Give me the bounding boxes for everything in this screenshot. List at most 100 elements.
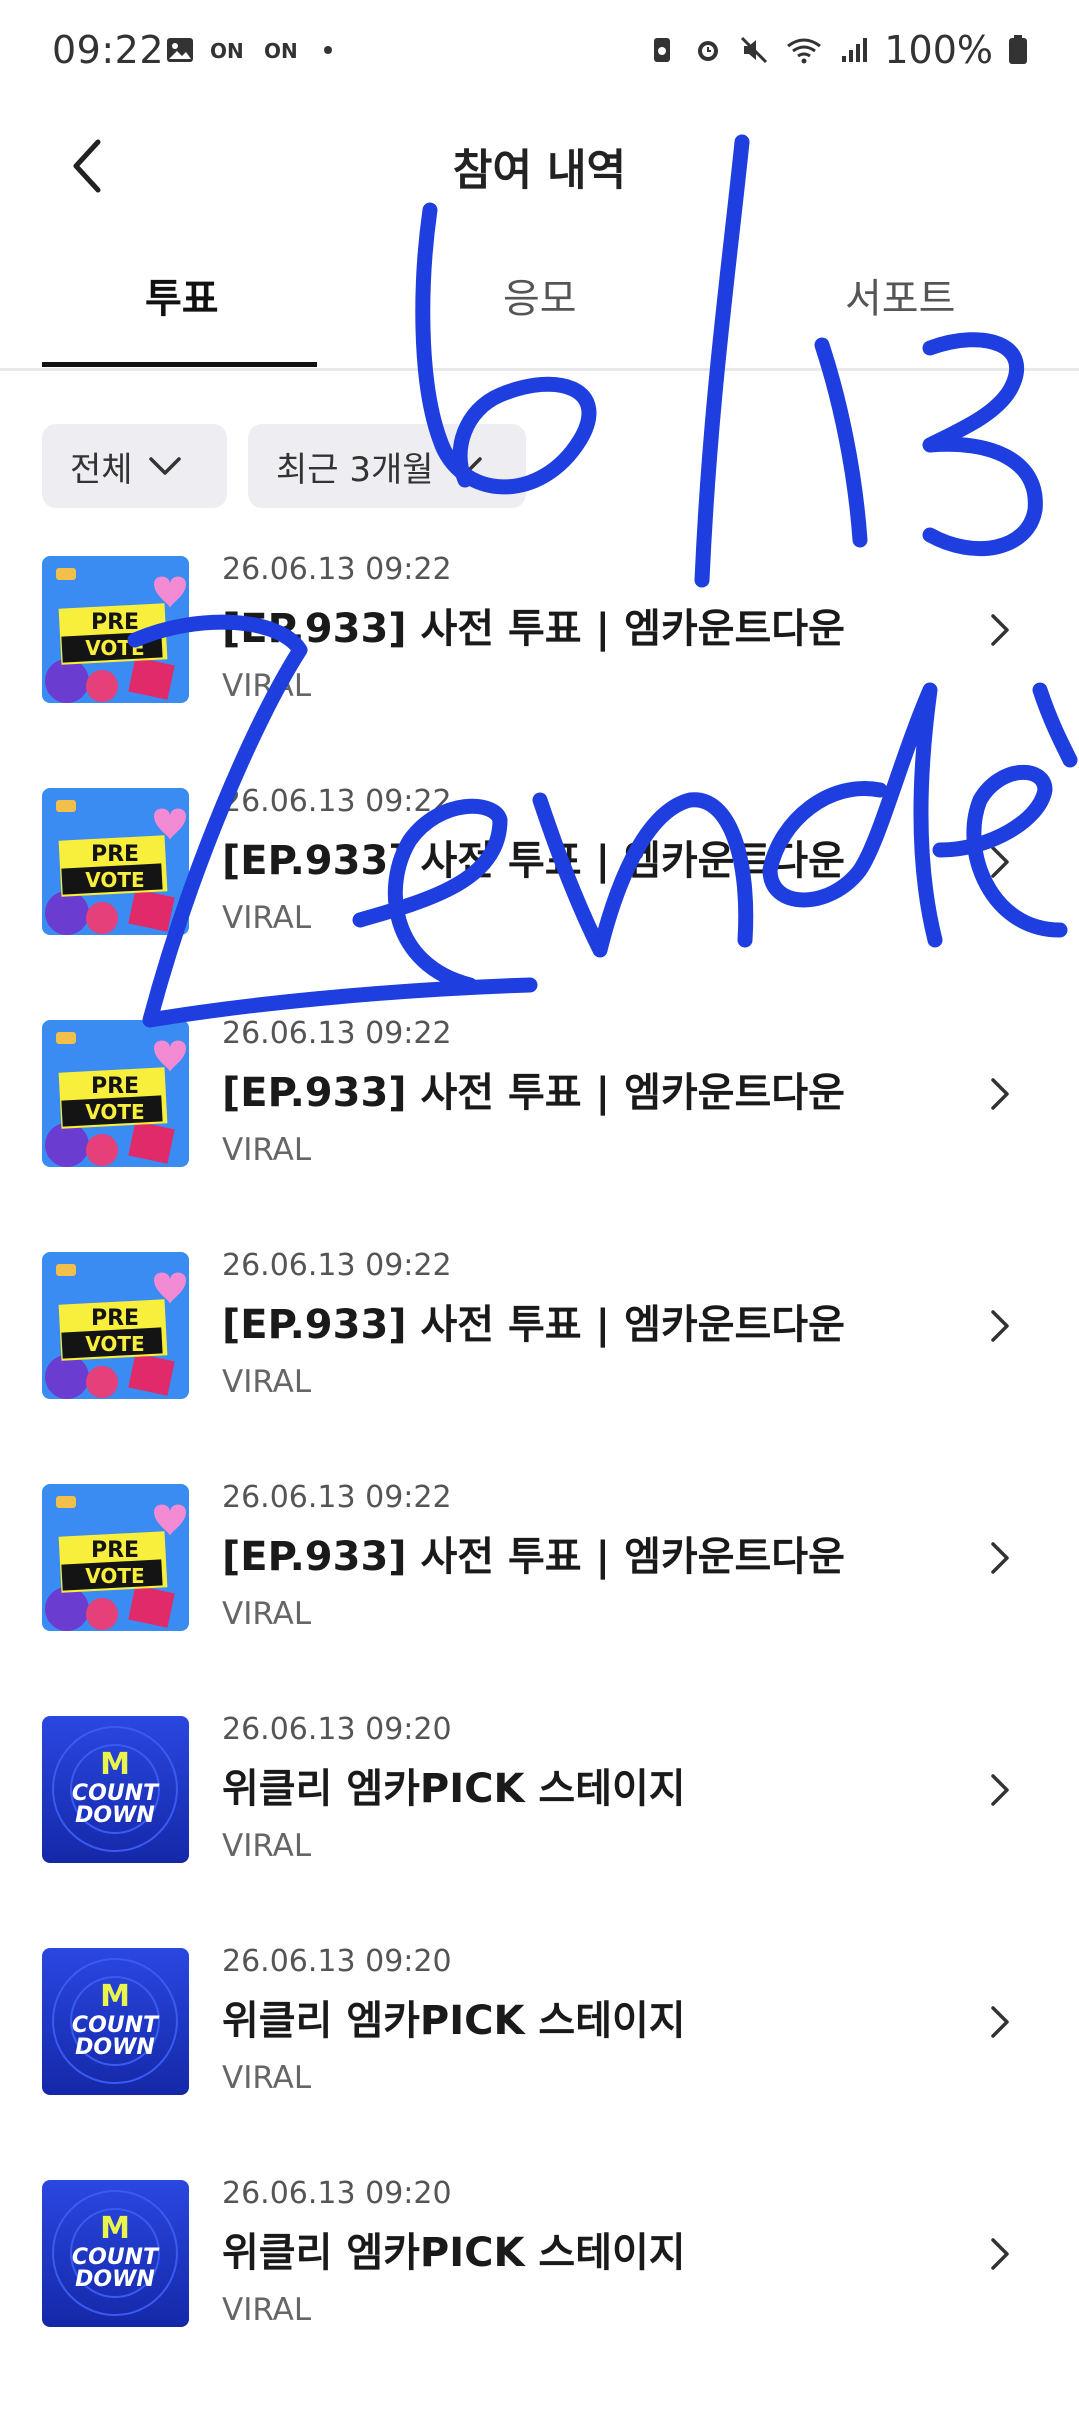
item-thumbnail: M COUNT DOWN (42, 1948, 189, 2095)
item-title: [EP.933] 사전 투표 | 엠카운트다운 (222, 838, 845, 884)
thumb-logo: M (100, 1747, 130, 1782)
item-date: 26.06.13 09:22 (222, 784, 452, 819)
app-header: 참여 내역 (0, 108, 1079, 218)
thumb-logo: M (100, 1979, 130, 2014)
item-thumbnail: PRE VOTE (42, 1020, 189, 1167)
item-thumbnail: M COUNT DOWN (42, 2180, 189, 2327)
category-filter-label: 전체 (70, 449, 133, 490)
thumb-line2: VOTE (85, 1332, 144, 1356)
signal-icon (842, 38, 868, 62)
item-title: [EP.933] 사전 투표 | 엠카운트다운 (222, 1302, 845, 1348)
on-badge-icon: ON (264, 39, 298, 63)
thumb-line1: PRE (91, 1074, 139, 1099)
list-item[interactable]: M COUNT DOWN 26.06.13 09:20 위클리 엠카PICK 스테이지 V… (0, 1944, 1079, 2180)
item-title: 위클리 엠카PICK 스테이지 (222, 2230, 686, 2276)
item-subtitle: VIRAL (222, 900, 312, 936)
thumb-line2: DOWN (75, 2035, 155, 2060)
list-item[interactable]: PRE VOTE 26.06.13 09:22 [EP.933] 사전 투표 | 엠카… (0, 784, 1079, 1020)
chevron-right-icon (991, 2238, 1009, 2270)
period-filter-dropdown[interactable]: 최근 3개월 (248, 424, 526, 508)
list-item[interactable]: M COUNT DOWN 26.06.13 09:20 위클리 엠카PICK 스테이지 V… (0, 1712, 1079, 1948)
list-item[interactable]: M COUNT DOWN 26.06.13 09:20 위클리 엠카PICK 스테이지 V… (0, 2176, 1079, 2412)
thumb-line2: VOTE (85, 636, 144, 660)
item-title: 위클리 엠카PICK 스테이지 (222, 1998, 686, 2044)
list-item[interactable]: PRE VOTE 26.06.13 09:22 [EP.933] 사전 투표 | 엠카… (0, 1480, 1079, 1716)
thumb-line1: PRE (91, 842, 139, 867)
thumb-logo: M (100, 2211, 130, 2246)
item-subtitle: VIRAL (222, 1364, 312, 1400)
thumb-line2: DOWN (75, 1803, 155, 1828)
thumb-line2: DOWN (75, 2267, 155, 2292)
thumb-line2: VOTE (85, 1564, 144, 1588)
dot-icon (324, 46, 332, 54)
pre-vote-thumbnail-icon: PREVOTE (42, 788, 189, 935)
item-date: 26.06.13 09:22 (222, 1480, 452, 1515)
chevron-right-icon (991, 2006, 1009, 2038)
list-item[interactable]: PRE VOTE 26.06.13 09:22 [EP.933] 사전 투표 | 엠카… (0, 552, 1079, 788)
pre-vote-thumbnail-icon: PREVOTE (42, 1484, 189, 1631)
thumb-line1: PRE (91, 1538, 139, 1563)
item-subtitle: VIRAL (222, 1596, 312, 1632)
thumb-line1: PRE (91, 1306, 139, 1331)
item-subtitle: VIRAL (222, 2060, 312, 2096)
item-date: 26.06.13 09:20 (222, 2176, 452, 2211)
mcountdown-thumbnail-icon: MCOUNTDOWN (42, 1716, 189, 1863)
chevron-right-icon (991, 1774, 1009, 1806)
chevron-right-icon (991, 1310, 1009, 1342)
tab-entry[interactable]: 응모 (503, 266, 577, 324)
item-title: 위클리 엠카PICK 스테이지 (222, 1766, 686, 1812)
chevron-down-icon (148, 457, 181, 475)
item-date: 26.06.13 09:22 (222, 552, 452, 587)
mute-icon (741, 36, 768, 64)
battery-saver-icon (654, 38, 671, 62)
chevron-down-icon (449, 457, 482, 475)
thumb-line2: VOTE (85, 868, 144, 892)
tab-bar: 투표 응모 서포트 (0, 240, 1079, 370)
chevron-right-icon (991, 614, 1009, 646)
on-badge-icon: ON (210, 39, 244, 63)
item-subtitle: VIRAL (222, 2292, 312, 2328)
status-bar: 09:22 ON ON 100% (0, 0, 1079, 108)
wifi-icon (787, 38, 822, 64)
item-title: [EP.933] 사전 투표 | 엠카운트다운 (222, 1070, 845, 1116)
pre-vote-thumbnail-icon: PREVOTE (42, 1020, 189, 1167)
item-subtitle: VIRAL (222, 1132, 312, 1168)
status-time: 09:22 (52, 28, 165, 72)
item-thumbnail: PRE VOTE (42, 556, 189, 703)
item-subtitle: VIRAL (222, 1828, 312, 1864)
item-thumbnail: PRE VOTE (42, 788, 189, 935)
thumb-line2: VOTE (85, 1100, 144, 1124)
item-date: 26.06.13 09:22 (222, 1248, 452, 1283)
svg-text:ON: ON (264, 39, 298, 63)
list-item[interactable]: PRE VOTE 26.06.13 09:22 [EP.933] 사전 투표 | 엠카… (0, 1248, 1079, 1484)
chevron-right-icon (991, 846, 1009, 878)
item-date: 26.06.13 09:20 (222, 1712, 452, 1747)
divider (0, 368, 1079, 371)
item-thumbnail: M COUNT DOWN (42, 1716, 189, 1863)
pre-vote-thumbnail-icon: PREVOTE (42, 556, 189, 703)
battery-percent: 100% (884, 28, 993, 72)
item-subtitle: VIRAL (222, 668, 312, 704)
category-filter-dropdown[interactable]: 전체 (42, 424, 227, 508)
svg-text:ON: ON (210, 39, 244, 63)
mcountdown-thumbnail-icon: MCOUNTDOWN (42, 2180, 189, 2327)
alarm-icon (698, 41, 719, 61)
tab-support[interactable]: 서포트 (845, 266, 955, 324)
pre-vote-thumbnail-icon: PREVOTE (42, 1252, 189, 1399)
chevron-right-icon (991, 1542, 1009, 1574)
chevron-right-icon (991, 1078, 1009, 1110)
item-thumbnail: PRE VOTE (42, 1252, 189, 1399)
item-date: 26.06.13 09:20 (222, 1944, 452, 1979)
mcountdown-thumbnail-icon: MCOUNTDOWN (42, 1948, 189, 2095)
image-icon (167, 38, 193, 62)
item-date: 26.06.13 09:22 (222, 1016, 452, 1051)
page-title: 참여 내역 (452, 146, 627, 196)
active-tab-indicator (42, 362, 317, 367)
list-item[interactable]: PRE VOTE 26.06.13 09:22 [EP.933] 사전 투표 | 엠카… (0, 1016, 1079, 1252)
thumb-line1: PRE (91, 610, 139, 635)
period-filter-label: 최근 3개월 (276, 449, 434, 490)
tab-vote[interactable]: 투표 (145, 266, 219, 324)
battery-icon (1009, 35, 1027, 64)
item-title: [EP.933] 사전 투표 | 엠카운트다운 (222, 606, 845, 652)
item-title: [EP.933] 사전 투표 | 엠카운트다운 (222, 1534, 845, 1580)
